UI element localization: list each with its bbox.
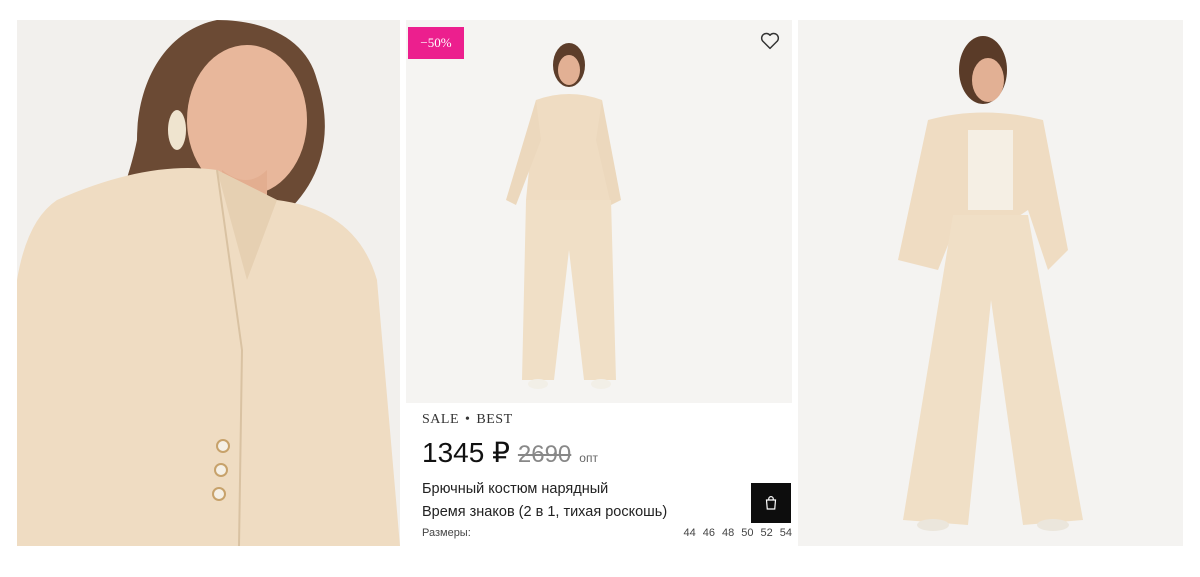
price-current: 1345 ₽ <box>422 437 510 468</box>
size-option[interactable]: 48 <box>722 527 734 539</box>
price-row: 1345 ₽ 2690 опт <box>422 436 598 469</box>
product-photo-main[interactable]: −50% <box>406 20 792 403</box>
product-tags: SALE • BEST <box>422 412 513 428</box>
sizes-label: Размеры: <box>422 527 471 539</box>
size-option[interactable]: 44 <box>684 527 696 539</box>
product-title-line1[interactable]: Брючный костюм нарядный <box>422 478 722 501</box>
size-option[interactable]: 54 <box>780 527 792 539</box>
price-old: 2690 <box>517 441 572 468</box>
heart-icon[interactable] <box>760 32 780 50</box>
size-option[interactable]: 46 <box>703 527 715 539</box>
tag-separator: • <box>465 412 471 427</box>
sizes-row: Размеры: 44 46 48 50 52 54 <box>422 527 792 539</box>
product-card[interactable]: −50% SALE • BEST 1345 ₽ 2690 опт Брючный к… <box>406 20 792 546</box>
price-wholesale-label: опт <box>579 451 598 465</box>
add-to-cart-button[interactable] <box>751 483 791 523</box>
product-photo-closeup[interactable] <box>17 20 400 546</box>
product-title[interactable]: Брючный костюм нарядный Время знаков (2 … <box>422 478 722 524</box>
product-photo-side[interactable] <box>798 20 1183 546</box>
tag-best[interactable]: BEST <box>476 412 512 427</box>
discount-badge: −50% <box>408 27 464 59</box>
shopping-bag-icon <box>765 496 777 510</box>
size-option[interactable]: 52 <box>761 527 773 539</box>
size-option[interactable]: 50 <box>741 527 753 539</box>
tag-sale[interactable]: SALE <box>422 412 459 427</box>
product-title-line2[interactable]: Время знаков (2 в 1, тихая роскошь) <box>422 501 722 524</box>
size-list: 44 46 48 50 52 54 <box>684 527 793 539</box>
